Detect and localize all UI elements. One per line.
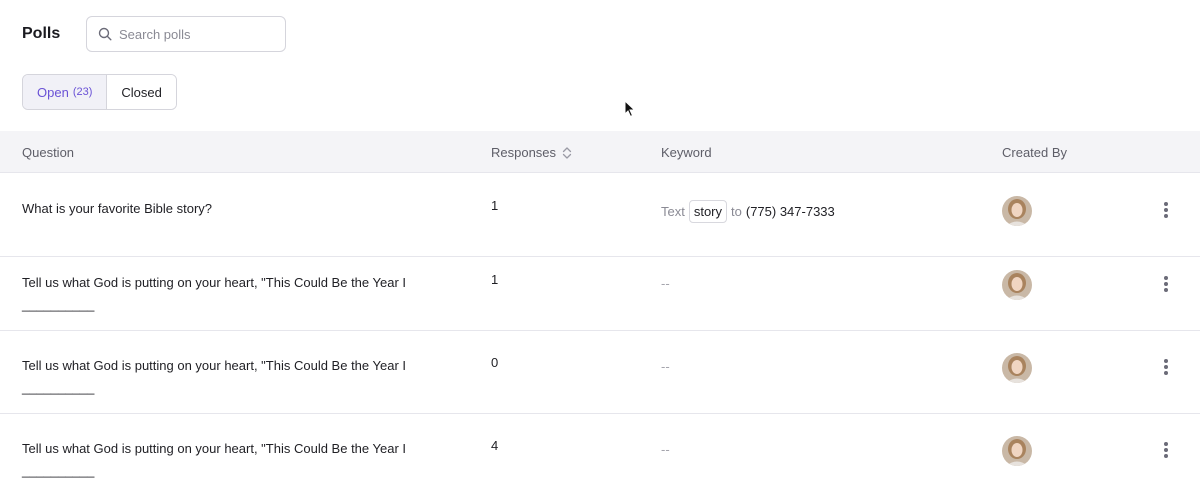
- search-box[interactable]: [86, 16, 286, 52]
- search-icon: [98, 27, 112, 41]
- tab-open-label: Open: [37, 84, 69, 100]
- table-row[interactable]: What is your favorite Bible story? 1 Tex…: [0, 174, 1200, 257]
- keyword-connector: to: [731, 204, 742, 219]
- page-title: Polls: [22, 25, 61, 42]
- column-responses-label: Responses: [491, 145, 557, 160]
- poll-responses: 1: [491, 198, 499, 213]
- column-keyword: Keyword: [661, 145, 712, 160]
- search-input[interactable]: [119, 18, 279, 50]
- poll-keyword-empty: --: [661, 442, 670, 457]
- poll-responses: 1: [491, 272, 499, 287]
- keyword-chip: story: [688, 200, 728, 223]
- tab-closed[interactable]: Closed: [107, 75, 176, 109]
- poll-keyword-empty: --: [661, 359, 670, 374]
- avatar: [1002, 353, 1032, 383]
- poll-keyword: Text story to (775) 347-7333: [661, 200, 835, 223]
- avatar: [1002, 270, 1032, 300]
- more-vertical-icon[interactable]: [1158, 439, 1174, 461]
- poll-question[interactable]: Tell us what God is putting on your hear…: [22, 355, 422, 399]
- table-header: Question Responses Keyword Created By: [0, 131, 1200, 173]
- table-row[interactable]: Tell us what God is putting on your hear…: [0, 331, 1200, 414]
- avatar: [1002, 196, 1032, 226]
- poll-responses: 0: [491, 355, 499, 370]
- table-row[interactable]: Tell us what God is putting on your hear…: [0, 414, 1200, 494]
- avatar: [1002, 436, 1032, 466]
- more-vertical-icon[interactable]: [1158, 356, 1174, 378]
- column-responses[interactable]: Responses: [491, 145, 572, 160]
- column-question: Question: [22, 145, 75, 160]
- table-row[interactable]: Tell us what God is putting on your hear…: [0, 248, 1200, 331]
- poll-question[interactable]: Tell us what God is putting on your hear…: [22, 438, 422, 482]
- status-tabs: Open (23) Closed: [22, 74, 177, 110]
- tab-open-count: (23): [72, 86, 93, 98]
- sort-icon[interactable]: [562, 146, 572, 160]
- tab-closed-label: Closed: [121, 84, 162, 100]
- mouse-cursor-icon: [624, 100, 636, 118]
- more-vertical-icon[interactable]: [1158, 273, 1174, 295]
- column-created-by: Created By: [1002, 145, 1068, 160]
- poll-question[interactable]: Tell us what God is putting on your hear…: [22, 272, 422, 316]
- top-bar: Polls: [0, 0, 1200, 70]
- poll-keyword-empty: --: [661, 276, 670, 291]
- tab-open[interactable]: Open (23): [23, 75, 108, 109]
- poll-responses: 4: [491, 438, 499, 453]
- keyword-prefix: Text: [661, 204, 685, 219]
- keyword-phone: (775) 347-7333: [745, 204, 835, 219]
- poll-question[interactable]: What is your favorite Bible story?: [22, 198, 422, 220]
- more-vertical-icon[interactable]: [1158, 199, 1174, 221]
